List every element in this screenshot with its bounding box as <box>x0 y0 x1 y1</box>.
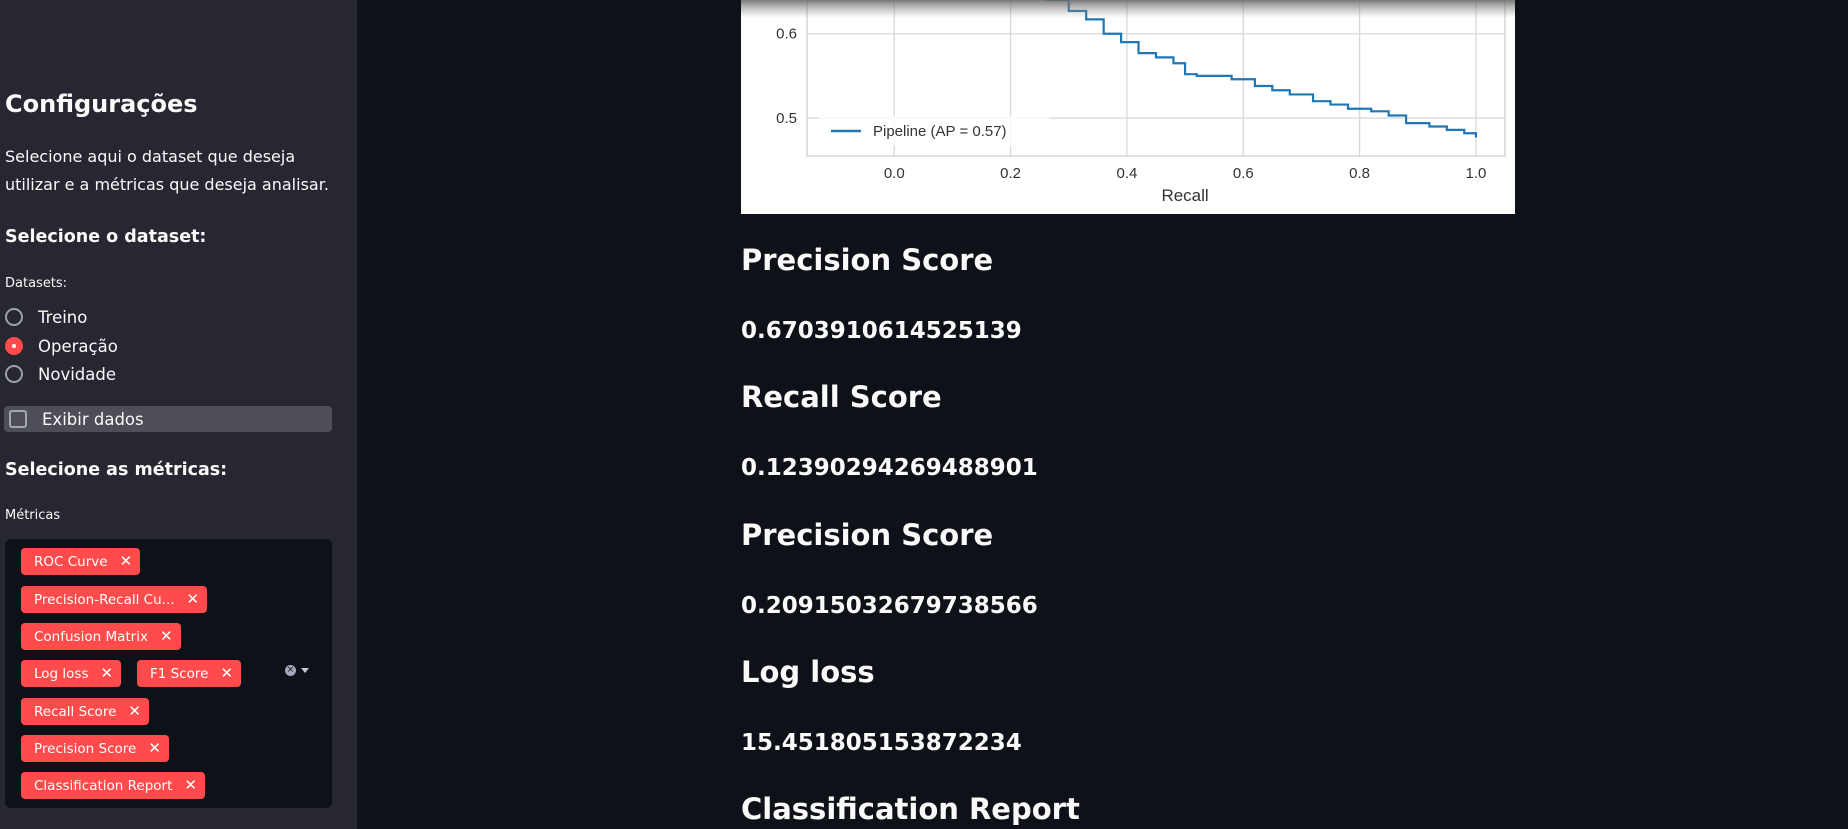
close-icon[interactable]: ✕ <box>120 554 133 569</box>
metric-title: Recall Score <box>741 380 942 414</box>
x-axis-label: Recall <box>1161 186 1208 205</box>
metric-tag[interactable]: Precision-Recall Cu... ✕ <box>21 586 208 613</box>
x-tick-label: 0.4 <box>1116 165 1137 182</box>
radio-label: Novidade <box>38 364 116 384</box>
metric-tag[interactable]: ROC Curve ✕ <box>21 548 141 575</box>
metrics-multiselect[interactable]: ROC Curve ✕ Precision-Recall Cu... ✕ Con… <box>5 539 332 808</box>
metric-value: 0.6703910614525139 <box>741 318 1022 344</box>
close-icon[interactable]: ✕ <box>187 592 200 607</box>
chart-svg: 0.0 0.2 0.4 0.6 0.8 1.0 0.5 0.6 Recall Pipeline (… <box>741 0 1515 205</box>
metric-title: Log loss <box>741 655 875 689</box>
metric-value: 0.12390294269488901 <box>741 455 1038 481</box>
metric-tag[interactable]: Confusion Matrix ✕ <box>21 623 181 650</box>
precision-recall-chart: 0.0 0.2 0.4 0.6 0.8 1.0 0.5 0.6 Recall Pipeline (… <box>741 0 1515 214</box>
radio-selected-icon <box>5 337 23 355</box>
close-icon[interactable]: ✕ <box>184 778 197 793</box>
radio-option-novidade[interactable]: Novidade <box>5 361 116 387</box>
radio-circle-icon <box>5 308 23 326</box>
metric-tag[interactable]: F1 Score ✕ <box>137 660 242 687</box>
metric-title: Precision Score <box>741 518 994 552</box>
metrics-label: Métricas <box>5 508 61 523</box>
metric-value: 0.20915032679738566 <box>741 593 1038 619</box>
radio-option-treino[interactable]: Treino <box>5 304 87 330</box>
x-tick-label: 0.6 <box>1233 165 1254 182</box>
metric-tag[interactable]: Log loss ✕ <box>21 660 122 687</box>
metric-title: Classification Report <box>741 792 1080 826</box>
multiselect-controls: × <box>285 665 309 676</box>
x-tick-label: 0.8 <box>1349 165 1370 182</box>
dataset-heading: Selecione o dataset: <box>5 227 207 247</box>
sidebar: Configurações Selecione aqui o dataset q… <box>0 0 357 829</box>
sidebar-description: Selecione aqui o dataset que deseja util… <box>5 147 329 194</box>
x-tick-label: 1.0 <box>1465 165 1486 182</box>
show-data-checkbox[interactable]: Exibir dados <box>4 406 332 432</box>
radio-option-operacao[interactable]: Operação <box>5 333 118 359</box>
radio-label: Operação <box>38 336 118 356</box>
close-icon[interactable]: ✕ <box>160 629 173 644</box>
checkbox-icon <box>9 410 27 428</box>
legend-label: Pipeline (AP = 0.57) <box>873 123 1007 140</box>
radio-circle-icon <box>5 365 23 383</box>
close-icon[interactable]: ✕ <box>148 741 161 756</box>
datasets-label: Datasets: <box>5 276 68 291</box>
scroll-fade <box>741 0 1515 18</box>
checkbox-label: Exibir dados <box>42 409 144 429</box>
metric-title: Precision Score <box>741 243 994 277</box>
close-icon[interactable]: ✕ <box>220 666 233 681</box>
metric-tag[interactable]: Recall Score ✕ <box>21 698 149 725</box>
clear-all-icon[interactable]: × <box>285 665 296 676</box>
metric-value: 15.451805153872234 <box>741 730 1022 756</box>
sidebar-title: Configurações <box>5 90 198 118</box>
metrics-heading: Selecione as métricas: <box>5 460 228 480</box>
metric-tag[interactable]: Classification Report ✕ <box>21 772 205 799</box>
y-tick-label: 0.6 <box>776 26 797 43</box>
chevron-down-icon[interactable] <box>301 668 309 673</box>
radio-label: Treino <box>38 307 88 327</box>
close-icon[interactable]: ✕ <box>100 666 113 681</box>
y-tick-label: 0.5 <box>776 110 797 127</box>
close-icon[interactable]: ✕ <box>128 704 141 719</box>
metric-tag[interactable]: Precision Score ✕ <box>21 735 169 762</box>
x-tick-label: 0.0 <box>884 165 905 182</box>
x-tick-label: 0.2 <box>1000 165 1021 182</box>
